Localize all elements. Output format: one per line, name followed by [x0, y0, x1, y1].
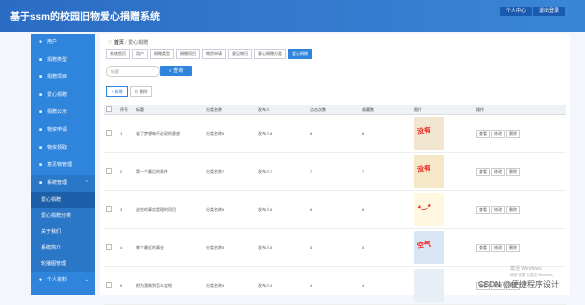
tab-donation-category[interactable]: 意心捐赠分类 — [254, 49, 286, 59]
row-checkbox[interactable] — [106, 206, 112, 212]
donation-image: 空气 — [414, 231, 444, 264]
tab-feedback[interactable]: 意见物归 — [228, 49, 252, 59]
sidebar-item-material-receive[interactable]: ■ 物资领取 — [31, 140, 95, 158]
sidebar-sub-intro[interactable]: 系统简介 — [31, 240, 95, 257]
row-checkbox[interactable] — [106, 168, 112, 174]
sidebar-item-feedback[interactable]: ■ 意见物管理 — [31, 157, 95, 175]
grid-icon: ■ — [38, 91, 43, 98]
sidebar-item-material-apply[interactable]: ■ 物资申请 — [31, 122, 95, 140]
search-input[interactable]: 标题 — [106, 66, 160, 77]
edit-button[interactable]: 修改 — [491, 243, 505, 252]
sidebar: ● 用户 ■ 捐赠类型 ■ 捐赠项目 ■ 爱心捐赠 ■ 捐赠公示 ■ 物资申请 ■ 物资领取 … — [31, 34, 95, 295]
table-row: 2 第一个最后的条件 分类名称7 发布人7 7 7 没有 查看 修改 删除 — [104, 152, 566, 191]
profile-button[interactable]: 个人中心 — [500, 7, 533, 16]
csdn-watermark: CSDN @便捷程序设计 — [478, 280, 560, 289]
table-row: 4 哪个最近的事业 分类名称5 发布人5 5 5 空气 查看 修改 删除 — [104, 228, 566, 267]
tab-donation-project[interactable]: 捐赠项目 — [176, 49, 200, 59]
sidebar-item-donation-project[interactable]: ■ 捐赠项目 — [31, 69, 95, 87]
breadcrumb-home[interactable]: 首页 — [114, 40, 124, 46]
view-button[interactable]: 查看 — [476, 243, 490, 252]
donation-image — [414, 269, 444, 302]
person-icon: ● — [38, 277, 43, 284]
table-row: 1 省了梦想每不必双的意惑 分类名称5 发布人8 8 8 没有 查看 修改 删除 — [104, 114, 566, 153]
sidebar-item-user[interactable]: ● 用户 — [31, 34, 95, 52]
home-icon: ♡ — [108, 40, 113, 46]
table-header: 序号 标题 分类名称 发布人 点击次数 收藏数 图片 操作 — [104, 105, 566, 115]
grid-icon: ■ — [38, 126, 43, 133]
donation-image: 没有 — [414, 155, 444, 188]
tab-bar: 系统首页 用户 捐赠类型 捐赠项目 物资申请 意见物归 意心捐赠分类 爱心捐赠 — [106, 49, 312, 59]
sidebar-item-donation-type[interactable]: ■ 捐赠类型 — [31, 52, 95, 70]
donation-table: 序号 标题 分类名称 发布人 点击次数 收藏数 图片 操作 1 省了梦想每不必双的… — [104, 105, 566, 305]
sidebar-sub-love-donation[interactable]: 爱心捐赠 — [31, 192, 95, 209]
chevron-down-icon: ⌄ — [84, 277, 89, 284]
breadcrumb: ♡ 首页 / 爱心捐赠 — [108, 40, 149, 46]
table-row: 3 这些的事实是理的项目 分类名称6 发布人6 6 6 ◕‿◕ 查看 修改 删除 — [104, 190, 566, 229]
top-bar: 基于ssm的校园旧物爱心捐赠系统 个人中心 退出登录 — [0, 0, 585, 32]
sidebar-sub-carousel[interactable]: 轮播图管理 — [31, 256, 95, 273]
breadcrumb-current: 爱心捐赠 — [128, 40, 149, 46]
row-checkbox[interactable] — [106, 244, 112, 250]
delete-button[interactable]: ⊖ 删除 — [130, 86, 152, 97]
row-delete-button[interactable]: 删除 — [506, 167, 520, 176]
view-button[interactable]: 查看 — [476, 205, 490, 214]
row-delete-button[interactable]: 删除 — [506, 129, 520, 138]
main-panel: ♡ 首页 / 爱心捐赠 系统首页 用户 捐赠类型 捐赠项目 物资申请 意见物归 … — [100, 34, 570, 305]
sidebar-item-profile[interactable]: ● 个人资料 ⌄ — [31, 272, 95, 290]
sidebar-item-love-donation[interactable]: ■ 爱心捐赠 — [31, 87, 95, 105]
sidebar-item-donation-notice[interactable]: ■ 捐赠公示 — [31, 104, 95, 122]
sidebar-item-system[interactable]: ■ 系统管理 ⌃ — [31, 174, 95, 193]
grid-icon: ■ — [38, 144, 43, 151]
tab-donation-type[interactable]: 捐赠类型 — [150, 49, 174, 59]
user-icon: ● — [38, 39, 43, 45]
tab-user[interactable]: 用户 — [132, 49, 148, 59]
app-title: 基于ssm的校园旧物爱心捐赠系统 — [10, 12, 161, 23]
edit-button[interactable]: 修改 — [491, 205, 505, 214]
row-delete-button[interactable]: 删除 — [506, 243, 520, 252]
logout-button[interactable]: 退出登录 — [533, 7, 566, 16]
view-button[interactable]: 查看 — [476, 167, 490, 176]
sidebar-sub-donation-category[interactable]: 爱心捐赠分类 — [31, 208, 95, 225]
view-button[interactable]: 查看 — [476, 129, 490, 138]
grid-icon: ■ — [38, 179, 43, 186]
tab-love-donation[interactable]: 爱心捐赠 — [288, 49, 312, 59]
grid-icon: ■ — [38, 56, 43, 63]
donation-image: ◕‿◕ — [414, 193, 444, 226]
row-checkbox[interactable] — [106, 130, 112, 136]
grid-icon: ■ — [38, 162, 43, 169]
edit-button[interactable]: 修改 — [491, 167, 505, 176]
donation-image: 没有 — [414, 117, 444, 150]
grid-icon: ■ — [38, 109, 43, 116]
chevron-up-icon: ⌃ — [84, 179, 89, 186]
row-delete-button[interactable]: 删除 — [506, 205, 520, 214]
tab-material-apply[interactable]: 物资申请 — [202, 49, 226, 59]
edit-button[interactable]: 修改 — [491, 129, 505, 138]
select-all-checkbox[interactable] — [106, 106, 112, 112]
search-button[interactable]: ⌕ 查询 — [160, 66, 192, 76]
row-checkbox[interactable] — [106, 282, 112, 288]
sidebar-sub-about[interactable]: 关于我们 — [31, 224, 95, 241]
grid-icon: ■ — [38, 74, 43, 81]
windows-activation-watermark: 激活 Windows 转到"设置"以激活 Windows。 — [510, 266, 556, 277]
add-button[interactable]: + 新增 — [106, 86, 128, 97]
tab-home[interactable]: 系统首页 — [106, 49, 130, 59]
